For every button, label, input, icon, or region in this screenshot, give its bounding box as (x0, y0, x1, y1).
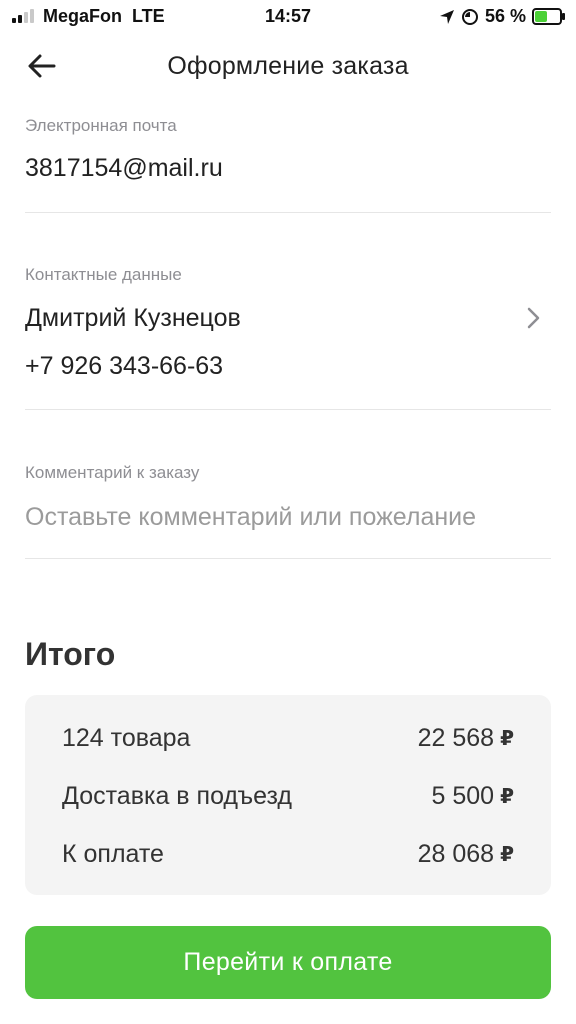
summary-row-amount: 22 568 ₽ (418, 724, 514, 753)
summary-row-items: 124 товара 22 568 ₽ (62, 721, 514, 755)
divider (25, 409, 551, 410)
summary-row-delivery: Доставка в подъезд 5 500 ₽ (62, 779, 514, 813)
amount-value: 28 068 (417, 839, 495, 868)
header: Оформление заказа (0, 36, 576, 96)
summary-row-amount: 5 500 ₽ (432, 782, 514, 811)
status-right-group: 56 % (439, 6, 565, 27)
divider (25, 212, 551, 213)
summary-row-label: К оплате (62, 839, 164, 868)
email-value[interactable]: 3817154@mail.ru (25, 154, 223, 183)
comment-input[interactable] (25, 497, 551, 537)
contact-name: Дмитрий Кузнецов (25, 304, 241, 332)
ruble-icon: ₽ (500, 843, 514, 866)
contact-phone: +7 926 343-66-63 (25, 352, 224, 380)
contact-label: Контактные данные (25, 265, 182, 284)
battery-percent: 56 % (484, 6, 526, 26)
chevron-right-icon[interactable] (526, 306, 542, 330)
location-icon (439, 9, 454, 24)
amount-value: 5 500 (431, 781, 495, 810)
ruble-icon: ₽ (500, 727, 514, 750)
summary-row-total: К оплате 28 068 ₽ (62, 837, 514, 871)
summary-row-label: Доставка в подъезд (62, 781, 292, 810)
comment-label: Комментарий к заказу (25, 463, 200, 482)
summary-row-label: 124 товара (62, 723, 191, 752)
page-title: Оформление заказа (167, 52, 409, 80)
amount-value: 22 568 (417, 723, 495, 752)
summary-row-amount: 28 068 ₽ (418, 840, 514, 869)
status-bar: MegaFon LTE 14:57 56 % (0, 0, 576, 34)
proceed-to-payment-button[interactable]: Перейти к оплате (25, 926, 551, 999)
ruble-icon: ₽ (500, 785, 514, 808)
divider (25, 558, 551, 559)
timer-icon (461, 8, 478, 25)
summary-card: 124 товара 22 568 ₽ Доставка в подъезд 5… (25, 695, 551, 895)
summary-title: Итого (25, 636, 116, 672)
battery-icon (532, 8, 565, 25)
email-label: Электронная почта (25, 116, 177, 135)
